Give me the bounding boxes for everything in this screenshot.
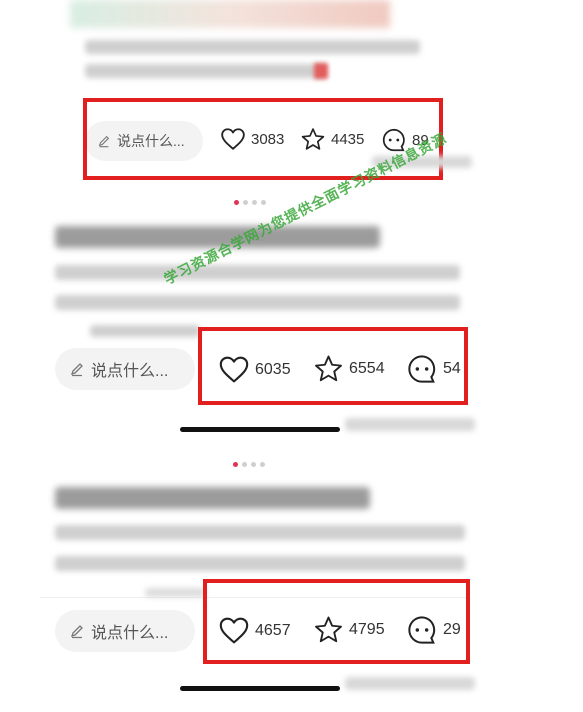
pencil-icon (70, 363, 83, 377)
post-2-text-line (90, 325, 200, 337)
pager-dot (233, 462, 238, 467)
pager-dot (252, 200, 257, 205)
post-3-title (55, 487, 370, 509)
pager-dot (234, 200, 239, 205)
post-3-text-line (55, 525, 465, 540)
comment-placeholder: 说点什么... (91, 363, 169, 380)
post-3-meta (345, 677, 475, 690)
pager-dot (242, 462, 247, 467)
pencil-icon (70, 625, 83, 639)
post-3-text-line (145, 588, 205, 597)
post-2-meta (345, 418, 475, 431)
post-1-emoji (314, 63, 328, 79)
post-1-image (70, 0, 390, 28)
home-indicator (180, 686, 340, 691)
post-1: 说点什么... 3083 4435 89 (0, 0, 583, 185)
post-2-text-line (55, 295, 460, 310)
post-1-text-line (85, 40, 420, 54)
comment-placeholder: 说点什么... (91, 625, 169, 642)
post-1-text-line (85, 64, 325, 78)
image-pager (233, 462, 265, 467)
pager-dot (260, 462, 265, 467)
comment-input[interactable]: 说点什么... (55, 610, 195, 652)
pager-dot (261, 200, 266, 205)
home-indicator (180, 427, 340, 432)
image-pager (234, 200, 266, 205)
highlight-box (198, 327, 468, 405)
comment-input[interactable]: 说点什么... (55, 348, 195, 390)
post-2-text-line (55, 265, 460, 280)
pager-dot (243, 200, 248, 205)
highlight-box (203, 579, 470, 664)
pager-dot (251, 462, 256, 467)
post-3-text-line (55, 556, 465, 571)
